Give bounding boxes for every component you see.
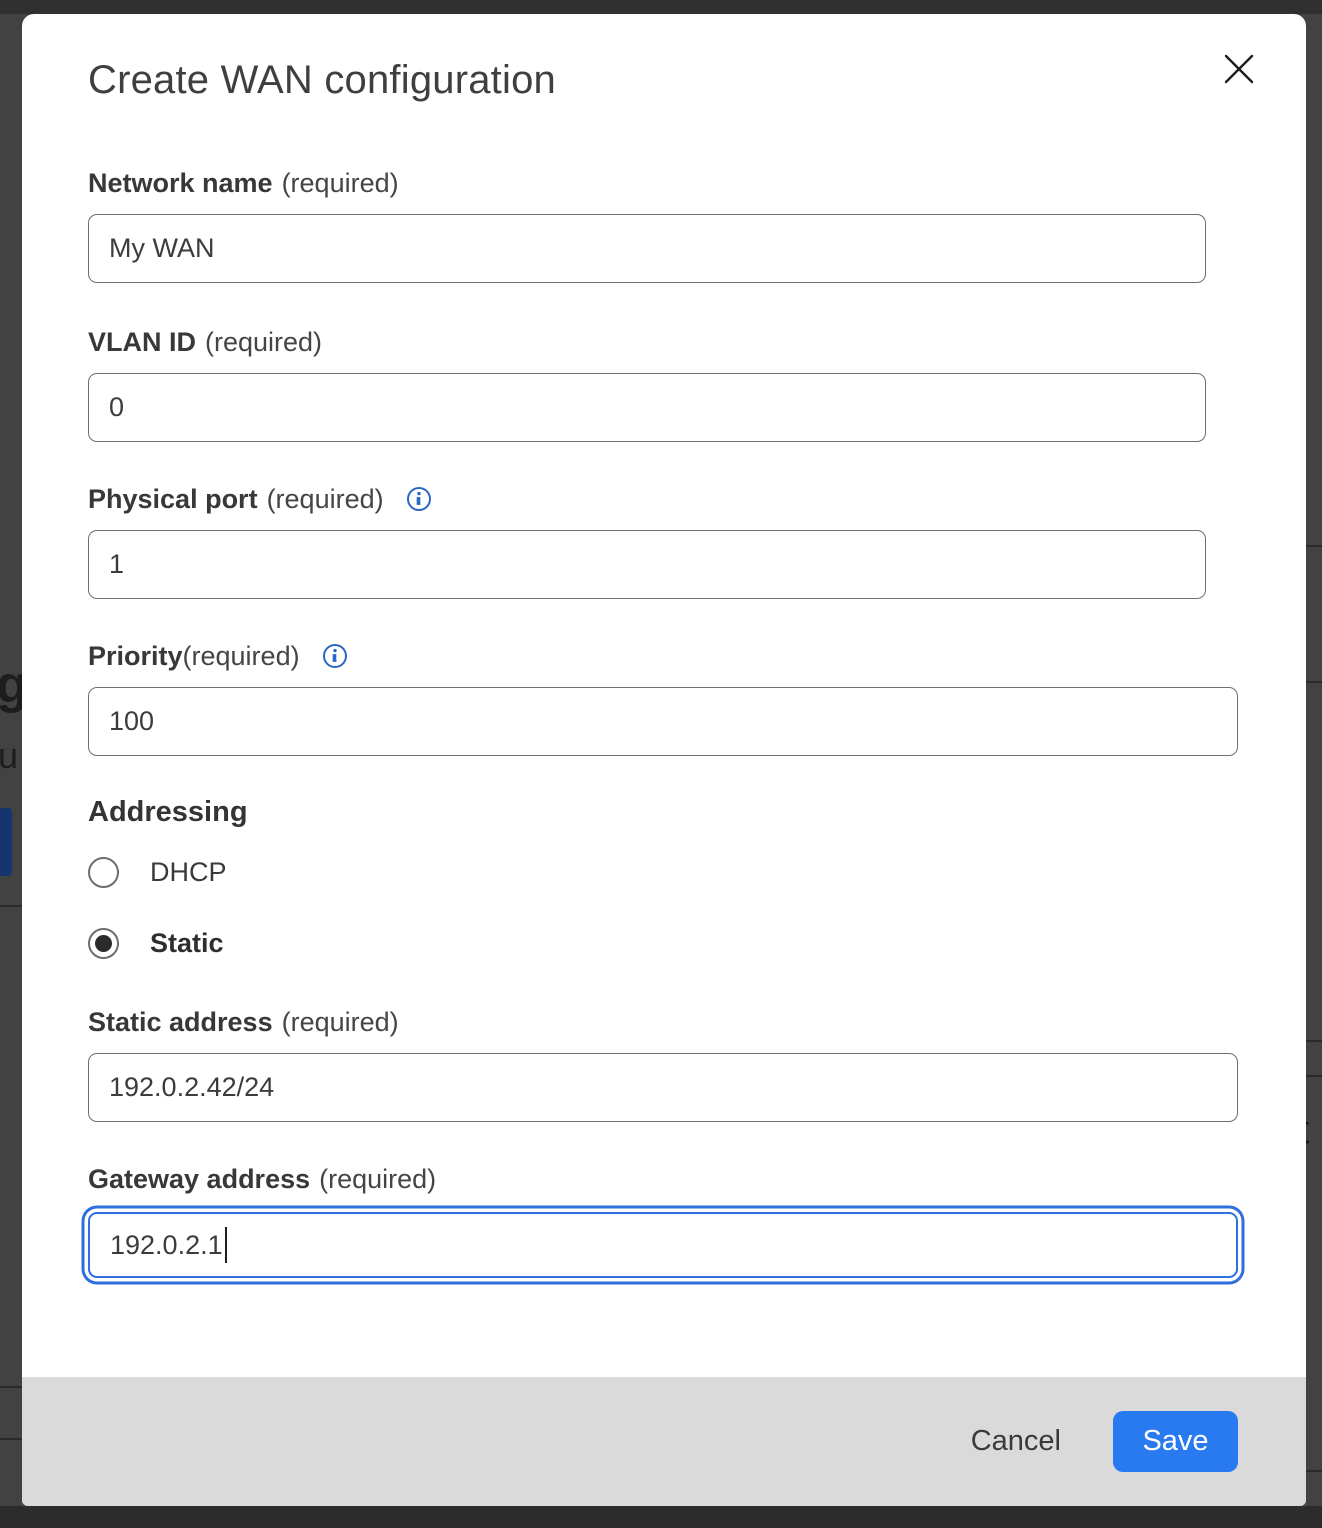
background-divider [0, 905, 22, 907]
overlay-top-strip [0, 0, 1322, 14]
info-icon[interactable] [406, 486, 432, 512]
priority-input[interactable] [88, 687, 1238, 756]
radio-dot [95, 935, 112, 952]
addressing-heading: Addressing [88, 796, 1306, 829]
create-wan-dialog: Create WAN configuration Network name (r… [22, 14, 1306, 1506]
gateway-address-value: 192.0.2.1 [110, 1230, 223, 1261]
gateway-address-input[interactable]: 192.0.2.1 [88, 1212, 1238, 1278]
gateway-address-label: Gateway address (required) [88, 1164, 1306, 1194]
background-divider [0, 1438, 22, 1440]
save-button[interactable]: Save [1113, 1411, 1238, 1472]
static-address-input[interactable] [88, 1053, 1238, 1122]
background-divider [1306, 1040, 1322, 1042]
static-address-label: Static address (required) [88, 1007, 1306, 1037]
background-divider [1306, 545, 1322, 547]
physical-port-input[interactable] [88, 530, 1206, 599]
addressing-option-static[interactable]: Static [88, 928, 1306, 959]
background-button-fragment [0, 808, 12, 876]
radio-unselected-icon[interactable] [88, 857, 119, 888]
background-text-fragment: u [0, 735, 18, 777]
vlan-id-input[interactable] [88, 373, 1206, 442]
vlan-id-label: VLAN ID (required) [88, 327, 1306, 357]
overlay-bottom-strip [0, 1506, 1322, 1528]
radio-selected-icon[interactable] [88, 928, 119, 959]
network-name-input[interactable] [88, 214, 1206, 283]
background-divider [1306, 681, 1322, 683]
background-divider [1306, 1470, 1322, 1472]
radio-label[interactable]: Static [150, 928, 224, 959]
text-cursor [225, 1227, 228, 1263]
cancel-button[interactable]: Cancel [971, 1425, 1061, 1458]
addressing-option-dhcp[interactable]: DHCP [88, 857, 1306, 888]
physical-port-label: Physical port (required) [88, 484, 1306, 514]
info-icon[interactable] [322, 643, 348, 669]
dialog-title: Create WAN configuration [88, 56, 1306, 104]
priority-label: Priority (required) [88, 641, 1306, 671]
background-divider [0, 1386, 22, 1388]
close-icon[interactable] [1218, 48, 1260, 90]
dialog-footer: Cancel Save [22, 1377, 1306, 1506]
background-divider [1306, 1075, 1322, 1077]
network-name-label: Network name (required) [88, 168, 1306, 198]
radio-label[interactable]: DHCP [150, 857, 227, 888]
